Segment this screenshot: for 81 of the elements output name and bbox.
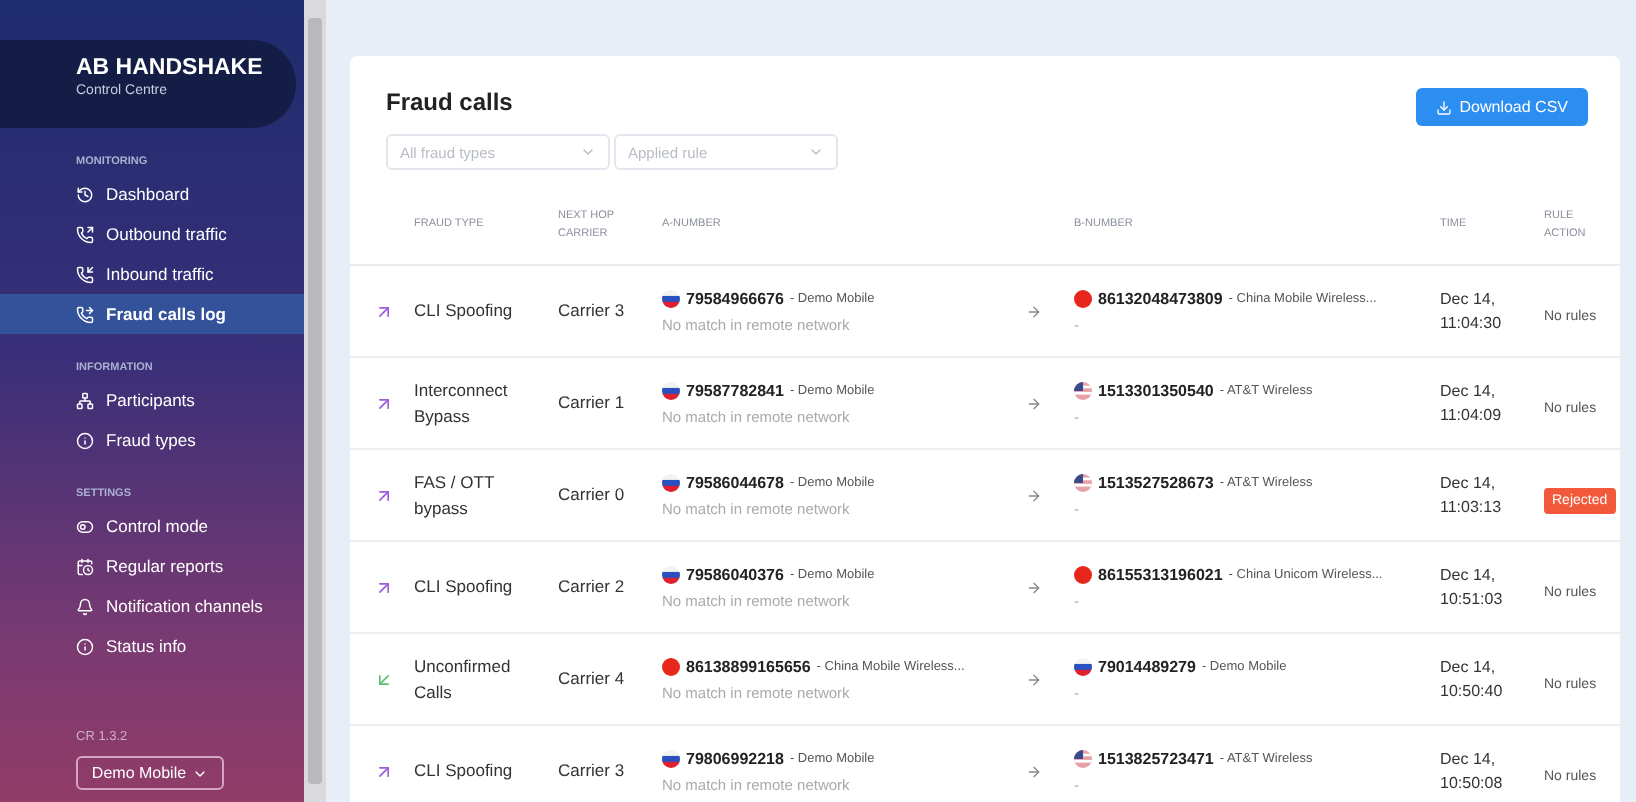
download-icon — [1435, 99, 1452, 115]
nav-item[interactable]: Dashboard — [0, 174, 304, 214]
nav-item[interactable]: Status info — [0, 626, 304, 666]
table-cell-text: Carrier 3 — [558, 758, 627, 784]
arrow-right-icon — [1026, 763, 1042, 779]
arrow-right-icon — [1026, 395, 1042, 411]
flag-icon — [662, 473, 680, 491]
table-cell-text: FAS / OTT bypass — [414, 469, 496, 521]
flag-icon — [1074, 289, 1092, 307]
flag-icon — [662, 381, 680, 399]
time-cell-text: Dec 14, 10:50:40 — [1440, 655, 1505, 703]
arrow-up-right-icon — [374, 577, 394, 597]
phone-number: 1513825723471 — [1098, 749, 1214, 767]
phone-forward-icon — [76, 305, 94, 323]
table-cell-text: Carrier 0 — [558, 482, 627, 508]
arrow-up-right-icon — [374, 761, 394, 781]
time-cell-text: Dec 14, 10:50:08 — [1440, 747, 1505, 795]
arrow-up-right-icon — [374, 393, 394, 413]
nav-item[interactable]: Control mode — [0, 506, 304, 546]
table-cell-text: Carrier 2 — [558, 574, 627, 600]
phone-outgoing-icon — [76, 225, 94, 243]
phone-incoming-icon — [76, 265, 94, 283]
flag-icon — [662, 289, 680, 307]
chevron-down-icon — [808, 144, 824, 160]
arrow-right-icon — [1026, 487, 1042, 503]
phone-number: 86138899165656 — [686, 657, 811, 675]
scrollbar[interactable] — [304, 0, 326, 802]
phone-number: 86155313196021 — [1098, 565, 1223, 583]
nav-item[interactable]: Inbound traffic — [0, 254, 304, 294]
time-cell-text: Dec 14, 11:04:09 — [1440, 379, 1504, 427]
arrow-up-right-icon — [374, 485, 394, 505]
arrow-right-icon — [1026, 579, 1042, 595]
phone-number: 86132048473809 — [1098, 289, 1223, 307]
table-cell-text: CLI Spoofing — [414, 574, 515, 600]
phone-number: 1513301350540 — [1098, 381, 1214, 399]
phone-number: 79584966676 — [686, 289, 784, 307]
flag-icon — [1074, 657, 1092, 675]
nav-item[interactable]: Fraud calls log — [0, 294, 304, 334]
phone-number: 79587782841 — [686, 381, 784, 399]
flag-icon — [1074, 381, 1092, 399]
table-cell-text: Carrier 4 — [558, 666, 627, 692]
nav-item[interactable]: Notification channels — [0, 586, 304, 626]
phone-number: 79586040376 — [686, 565, 784, 583]
account-dropdown[interactable]: Demo Mobile — [76, 756, 224, 790]
table-cell-text: CLI Spoofing — [414, 758, 515, 784]
table-cell-text: Unconfirmed Calls — [414, 653, 513, 705]
nav-item[interactable]: Participants — [0, 380, 304, 420]
nav-item[interactable]: Regular reports — [0, 546, 304, 586]
flag-icon — [1074, 473, 1092, 491]
arrow-down-left-icon — [374, 669, 394, 689]
info-icon — [76, 431, 94, 449]
flag-icon — [662, 749, 680, 767]
time-cell-text: Dec 14, 11:03:13 — [1440, 471, 1504, 519]
arrow-right-icon — [1026, 303, 1042, 319]
table-cell-text: Interconnect Bypass — [414, 377, 510, 429]
toggle-icon — [76, 517, 94, 535]
table-cell-text: CLI Spoofing — [414, 298, 515, 324]
phone-number: 79586044678 — [686, 473, 784, 491]
table-cell-text: Carrier 3 — [558, 298, 627, 324]
phone-number: 1513527528673 — [1098, 473, 1214, 491]
page-title: Fraud calls — [386, 88, 513, 120]
phone-number: 79014489279 — [1098, 657, 1196, 675]
table-cell-text: Carrier 1 — [558, 390, 627, 416]
brand-name: AB HANDSHAKE — [76, 56, 265, 80]
flag-icon — [662, 565, 680, 583]
info-icon — [76, 637, 94, 655]
arrow-right-icon — [1026, 671, 1042, 687]
nav-item[interactable]: Outbound traffic — [0, 214, 304, 254]
network-icon — [76, 391, 94, 409]
chevron-down-icon — [580, 144, 596, 160]
flag-icon — [1074, 565, 1092, 583]
time-cell-text: Dec 14, 11:04:30 — [1440, 287, 1504, 335]
time-cell-text: Dec 14, 10:51:03 — [1440, 563, 1505, 611]
bell-icon — [76, 597, 94, 615]
phone-number: 79806992218 — [686, 749, 784, 767]
nav-item[interactable]: Fraud types — [0, 420, 304, 460]
flag-icon — [1074, 749, 1092, 767]
calendar-icon — [76, 557, 94, 575]
arrow-up-right-icon — [374, 301, 394, 321]
clock-icon — [76, 185, 94, 203]
flag-icon — [662, 657, 680, 675]
